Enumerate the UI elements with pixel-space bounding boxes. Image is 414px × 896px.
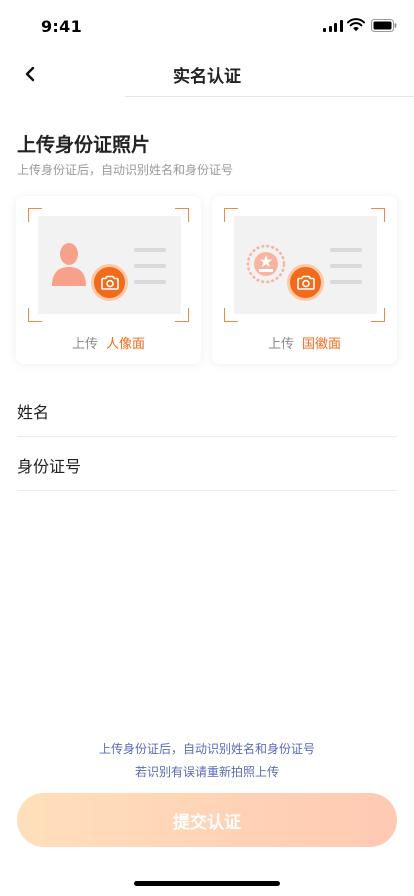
portrait-silhouette-icon: [52, 243, 86, 286]
nav-divider: [125, 96, 414, 97]
camera-button[interactable]: [287, 264, 324, 301]
id-card-illustration: [234, 216, 377, 314]
upload-emblem-side-card[interactable]: 上传 国徽面: [212, 196, 397, 364]
upload-portrait-side-card[interactable]: 上传 人像面: [16, 196, 201, 364]
camera-icon: [296, 275, 315, 290]
id-number-label: 身份证号: [17, 457, 82, 476]
card-caption: 上传 国徽面: [212, 333, 397, 352]
upload-section-subtitle: 上传身份证后，自动识别姓名和身份证号: [17, 163, 234, 177]
name-field[interactable]: 姓名: [17, 383, 397, 437]
camera-button[interactable]: [91, 264, 128, 301]
hint-line-1: 上传身份证后，自动识别姓名和身份证号: [98, 742, 315, 756]
upload-section-title: 上传身份证照片: [17, 134, 151, 156]
nav-bar: 实名认证: [0, 50, 414, 96]
status-time: 9:41: [41, 17, 82, 36]
signal-icon: [323, 20, 343, 32]
battery-icon: [371, 19, 397, 32]
id-number-field[interactable]: 身份证号: [17, 437, 397, 491]
wifi-icon: [347, 18, 365, 32]
status-bar: 9:41: [0, 0, 414, 50]
id-number-input[interactable]: [127, 447, 387, 481]
name-label: 姓名: [17, 403, 50, 422]
card-caption: 上传 人像面: [16, 333, 201, 352]
submit-button[interactable]: 提交认证: [17, 793, 397, 847]
caption-side-label: 国徽面: [302, 337, 342, 352]
caption-prefix: 上传: [267, 337, 294, 352]
home-indicator: [134, 881, 280, 886]
hint-line-2: 若识别有误请重新拍照上传: [134, 765, 279, 779]
id-card-illustration: [38, 216, 181, 314]
caption-prefix: 上传: [71, 337, 98, 352]
caption-side-label: 人像面: [106, 337, 146, 352]
name-input[interactable]: [127, 393, 387, 427]
page-title: 实名认证: [173, 67, 241, 87]
camera-icon: [100, 275, 119, 290]
national-emblem-icon: [246, 244, 286, 284]
